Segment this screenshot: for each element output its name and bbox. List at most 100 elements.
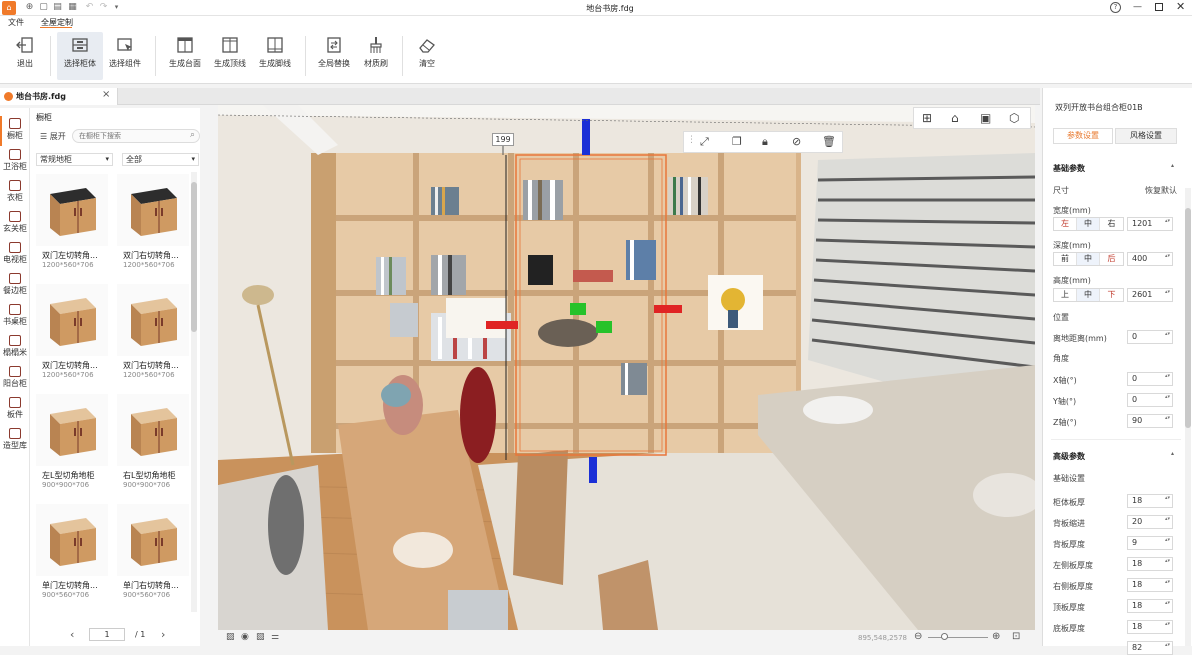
catalog-item[interactable]: 双门左切转角... 1200*560*706	[36, 284, 108, 389]
category-item[interactable]: 餐边柜	[0, 273, 30, 296]
category-item[interactable]: 橱柜	[0, 118, 30, 141]
catalog-item-name: 左L型切角地柜	[42, 471, 95, 480]
zoom-out-icon[interactable]: ⊖	[914, 631, 922, 642]
delete-icon[interactable]: 🗑︎	[822, 135, 836, 148]
advanced-param-input[interactable]: 82	[1127, 641, 1173, 655]
scrollbar-thumb[interactable]	[1185, 208, 1191, 428]
scale-icon[interactable]: ⤢	[700, 135, 709, 149]
ribbon-separator	[305, 36, 306, 76]
advanced-param-input[interactable]: 18	[1127, 620, 1173, 634]
3d-view-icon[interactable]: ⬡	[1009, 111, 1019, 125]
catalog-item-name: 双门左切转角...	[42, 251, 98, 260]
undo-icon[interactable]: ↶	[84, 2, 95, 13]
copy-icon[interactable]: ❐	[732, 135, 742, 148]
advanced-param-input[interactable]: 18	[1127, 494, 1173, 508]
category-item[interactable]: 榻榻米	[0, 335, 30, 358]
hide-icon[interactable]: ⊘	[792, 135, 801, 148]
catalog-item[interactable]: 双门右切转角... 1200*560*706	[117, 284, 189, 389]
catalog-item-name: 单门右切转角...	[123, 581, 179, 590]
catalog-item-name: 单门左切转角...	[42, 581, 98, 590]
category-item[interactable]: 板件	[0, 397, 30, 420]
catalog-item[interactable]: 单门右切转角... 900*560*706	[117, 504, 189, 609]
category-label: 榻榻米	[3, 348, 27, 357]
category-icon	[9, 149, 21, 160]
catalog-item-thumbnail	[117, 284, 189, 356]
hatch-icon[interactable]: ▨	[226, 632, 235, 642]
category-item[interactable]: 玄关柜	[0, 211, 30, 234]
document-tab-bar	[0, 88, 1040, 105]
component-select-icon	[117, 38, 132, 51]
menu-file[interactable]: 文件	[8, 17, 24, 28]
scrollbar-thumb[interactable]	[191, 182, 197, 332]
zoom-slider-thumb[interactable]	[941, 633, 948, 640]
exit-button[interactable]: 退出	[8, 32, 42, 80]
elevation-view-icon[interactable]: ⌂	[951, 111, 959, 125]
advanced-param-input[interactable]: 9	[1127, 536, 1173, 550]
save-as-icon[interactable]: ▦	[67, 2, 78, 13]
drag-handle-icon[interactable]: ⋮	[687, 135, 696, 145]
catalog-item[interactable]: 右L型切角地柜 900*900*706	[117, 394, 189, 499]
minimize-icon[interactable]: —	[1133, 2, 1142, 12]
catalog-item-size: 900*900*706	[123, 481, 171, 489]
generate-countertop-button[interactable]: 生成台面	[165, 32, 205, 80]
catalog-item[interactable]: 双门左切转角... 1200*560*706	[36, 174, 108, 279]
properties-panel: 双列开放书台组合柜01B 参数设置 风格设置 基础参数 ▴ 尺寸 恢复默认 宽度…	[1042, 88, 1192, 655]
countertop-icon	[177, 37, 193, 53]
catalog-item-thumbnail	[117, 394, 189, 466]
clear-button[interactable]: 清空	[410, 32, 444, 80]
lock-icon[interactable]: 🔒︎	[762, 135, 768, 149]
pager-prev-button[interactable]: ‹	[70, 628, 74, 641]
category-item[interactable]: 卫浴柜	[0, 149, 30, 172]
save-icon[interactable]: ▤	[52, 2, 63, 13]
category-item[interactable]: 阳台柜	[0, 366, 30, 389]
redo-icon[interactable]: ↷	[98, 2, 109, 13]
catalog-item-name: 双门右切转角...	[123, 361, 179, 370]
category-item[interactable]: 电视柜	[0, 242, 30, 265]
select-cabinet-button[interactable]: 选择柜体	[57, 32, 103, 80]
fit-view-icon[interactable]: ⊡	[1012, 631, 1020, 642]
dimension-label[interactable]: 199	[492, 133, 514, 146]
close-icon[interactable]: ✕	[1176, 0, 1185, 13]
zoom-in-icon[interactable]: ⊕	[992, 631, 1000, 642]
category-icon	[9, 273, 21, 284]
catalog-scrollbar[interactable]	[191, 172, 197, 612]
open-file-icon[interactable]: ▢	[38, 2, 49, 13]
category-item[interactable]: 造型库	[0, 428, 30, 451]
image-icon[interactable]: ▧	[256, 632, 265, 642]
ribbon-separator	[155, 36, 156, 76]
frame-view-icon[interactable]: ▣	[980, 111, 991, 125]
category-item[interactable]: 书桌柜	[0, 304, 30, 327]
advanced-params-list: 柜体板厚 18 背板缩进 20 背板厚度 9 左侧板厚度 18 右侧板厚度 18 顶板厚度 18 底板厚…	[1043, 88, 1192, 655]
camera-icon[interactable]: ◉	[241, 632, 249, 642]
global-replace-button[interactable]: 全局替换	[314, 32, 354, 80]
generate-top-line-button[interactable]: 生成顶线	[210, 32, 250, 80]
catalog-item[interactable]: 双门右切转角... 1200*560*706	[117, 174, 189, 279]
advanced-param-input[interactable]: 20	[1127, 515, 1173, 529]
catalog-item[interactable]: 左L型切角地柜 900*900*706	[36, 394, 108, 499]
3d-viewport[interactable]: 199 ⋮ ⤢ ❐ 🔒︎ ⊘ 🗑︎ ⊞ ⌂ ▣ ⬡	[218, 105, 1035, 630]
pager-next-button[interactable]: ›	[161, 628, 165, 641]
exit-label: 退出	[17, 59, 33, 68]
pager-page-input[interactable]: 1	[89, 628, 125, 641]
material-brush-button[interactable]: 材质刷	[358, 32, 394, 80]
close-tab-icon[interactable]: ×	[102, 89, 110, 100]
document-tab[interactable]: 地台书房.fdg ×	[0, 88, 118, 105]
advanced-param-input[interactable]: 18	[1127, 557, 1173, 571]
properties-scrollbar[interactable]	[1185, 188, 1191, 646]
settings-sliders-icon[interactable]: ⚌	[271, 632, 279, 642]
help-icon[interactable]: ?	[1110, 2, 1121, 13]
generate-skirting-button[interactable]: 生成脚线	[255, 32, 295, 80]
catalog-item[interactable]: 单门左切转角... 900*560*706	[36, 504, 108, 609]
scene-render	[218, 105, 1035, 630]
category-item[interactable]: 衣柜	[0, 180, 30, 203]
plan-view-icon[interactable]: ⊞	[922, 111, 932, 125]
new-file-icon[interactable]: ⊕	[24, 2, 35, 13]
zoom-slider[interactable]	[928, 637, 988, 638]
maximize-icon[interactable]	[1155, 3, 1163, 11]
customize-dropdown-icon[interactable]: ▾	[111, 2, 122, 13]
select-component-button[interactable]: 选择组件	[105, 32, 145, 80]
catalog-item-thumbnail	[117, 174, 189, 246]
advanced-param-input[interactable]: 18	[1127, 599, 1173, 613]
advanced-param-input[interactable]: 18	[1127, 578, 1173, 592]
selection-toolbar: ⋮ ⤢ ❐ 🔒︎ ⊘ 🗑︎	[683, 131, 843, 153]
